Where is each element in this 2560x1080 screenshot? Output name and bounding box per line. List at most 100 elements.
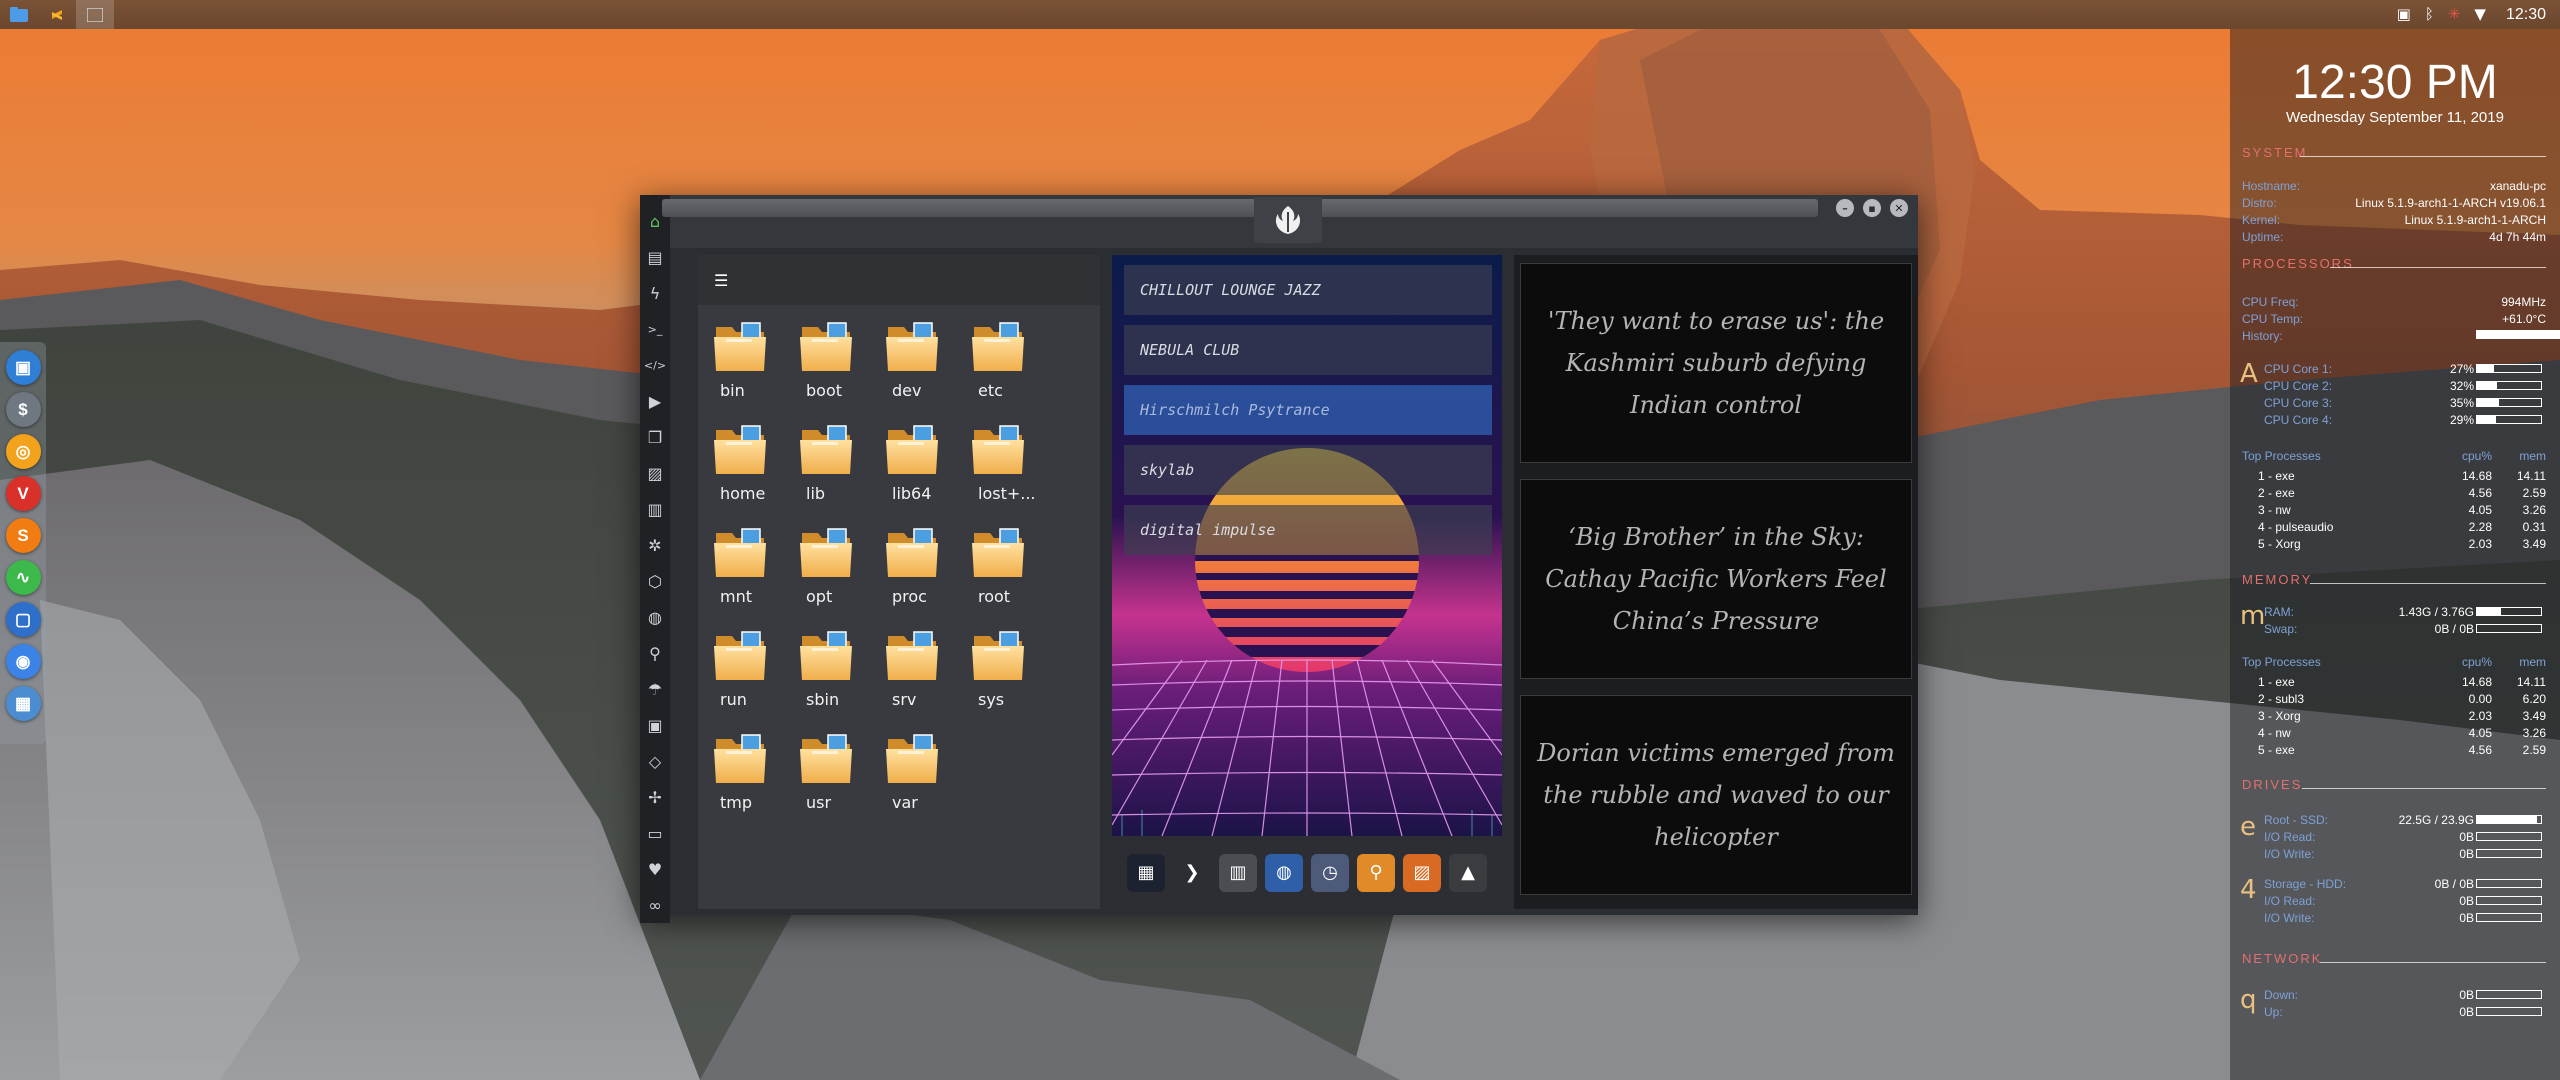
stat-value: 0B <box>2459 894 2474 908</box>
calendar-icon[interactable]: ▥ <box>1219 853 1257 892</box>
red-asterisk-icon[interactable]: ✳ <box>2448 7 2461 22</box>
minimize-button[interactable]: – <box>1836 199 1854 217</box>
folder-item[interactable]: lib64 <box>884 422 970 503</box>
code-icon[interactable]: </> <box>640 347 670 383</box>
close-button[interactable]: ✕ <box>1890 199 1908 217</box>
umbrella-icon[interactable]: ☂ <box>640 671 670 707</box>
heart-icon[interactable]: ♥ <box>640 851 670 887</box>
grid-icon: ▦ <box>14 693 32 713</box>
folder-item[interactable]: mnt <box>712 525 798 606</box>
left-dock: ▣ $ ◎ V S ∿ ▢ ◉ ▦ <box>0 342 46 744</box>
folder-item[interactable]: run <box>712 628 798 709</box>
folder-item[interactable]: usr <box>798 731 884 812</box>
image-viewer-icon[interactable]: ▨ <box>1403 853 1441 892</box>
folder-item[interactable]: lib <box>798 422 884 503</box>
folder-item[interactable]: srv <box>884 628 970 709</box>
stat-value: 4d 7h 44m <box>2489 230 2546 244</box>
section-divider <box>2300 156 2546 157</box>
lightning-icon[interactable]: ϟ <box>640 275 670 311</box>
dock-item-screen[interactable]: ▢ <box>5 602 41 637</box>
folder-item[interactable]: tmp <box>712 731 798 812</box>
folder-item[interactable]: bin <box>712 319 798 400</box>
ticket-icon[interactable]: ◇ <box>640 743 670 779</box>
dock-item-money[interactable]: $ <box>5 392 41 427</box>
news-card[interactable]: ‘Big Brother’ in the Sky: Cathay Pacific… <box>1520 479 1912 679</box>
folder-icon <box>972 425 1024 474</box>
folder-item[interactable]: opt <box>798 525 884 606</box>
calculator-icon[interactable]: ▦ <box>1127 853 1165 892</box>
radio-station[interactable]: Hirschmilch Psytrance <box>1124 385 1492 435</box>
process-mem: 14.11 <box>2516 675 2546 689</box>
globe-icon[interactable]: ◍ <box>1265 853 1303 892</box>
title-search-bar[interactable] <box>662 199 1818 217</box>
folder-item[interactable]: etc <box>970 319 1056 400</box>
dock-item-ubuntu[interactable]: ◎ <box>5 434 41 469</box>
document-icon[interactable]: ▤ <box>640 239 670 275</box>
stat-value: 0B <box>2459 1005 2474 1019</box>
app-launcher[interactable] <box>76 0 114 29</box>
terminal-icon[interactable]: >_ <box>640 311 670 347</box>
link-icon[interactable]: ∞ <box>640 887 670 923</box>
expand-icon[interactable]: ✢ <box>640 779 670 815</box>
news-card[interactable]: Dorian victims emerged from the rubble a… <box>1520 695 1912 895</box>
folder-item[interactable]: var <box>884 731 970 812</box>
folder-item[interactable]: dev <box>884 319 970 400</box>
clock-icon[interactable]: ◷ <box>1311 853 1349 892</box>
settings-icon[interactable]: ✲ <box>640 527 670 563</box>
folder-item[interactable]: lost+... <box>970 422 1056 503</box>
wifi-icon[interactable]: ▼ <box>2474 7 2486 22</box>
folder-item[interactable]: root <box>970 525 1056 606</box>
dock-item-sublime[interactable]: S <box>5 518 41 553</box>
file-manager-launcher[interactable] <box>0 0 38 29</box>
stat-value: 29% <box>2449 413 2474 427</box>
folder-label: sbin <box>806 690 840 709</box>
section-divider <box>2330 267 2546 268</box>
search-icon[interactable]: ⚲ <box>1357 853 1395 892</box>
dock-item-chrome[interactable]: ◉ <box>5 644 41 679</box>
copy-icon[interactable]: ❐ <box>640 419 670 455</box>
usage-bar <box>2476 990 2542 999</box>
play-icon[interactable]: ▶ <box>640 383 670 419</box>
folder-item[interactable]: proc <box>884 525 970 606</box>
chrome-icon: ◉ <box>15 651 31 671</box>
dock-item-activity[interactable]: ∿ <box>5 560 41 595</box>
contact-icon[interactable]: ▣ <box>640 707 670 743</box>
globe-icon[interactable]: ◍ <box>640 599 670 635</box>
news-card[interactable]: 'They want to erase us': the Kashmiri su… <box>1520 263 1912 463</box>
search-icon[interactable]: ⚲ <box>640 635 670 671</box>
usage-bar <box>2476 849 2542 858</box>
dock-item-grid[interactable]: ▦ <box>5 686 41 721</box>
conky-system-monitor: 12:30 PM Wednesday September 11, 2019 SY… <box>2230 29 2560 1080</box>
folder-icon <box>972 528 1024 577</box>
news-icon[interactable]: ▥ <box>640 491 670 527</box>
panel-clock[interactable]: 12:30 <box>2506 6 2546 24</box>
radio-station[interactable]: skylab <box>1124 445 1492 495</box>
folder-item[interactable]: boot <box>798 319 884 400</box>
folder-icon <box>714 425 766 474</box>
system-tray: ▣ ᛒ ✳ ▼ 12:30 <box>2397 0 2560 29</box>
section-title-network: NETWORK <box>2242 951 2323 966</box>
folder-icon <box>714 528 766 577</box>
youtube-icon[interactable]: ▭ <box>640 815 670 851</box>
maximize-button[interactable]: ▪ <box>1863 199 1881 217</box>
dock-item-folder[interactable]: ▣ <box>5 350 41 385</box>
image-icon[interactable]: ▨ <box>640 455 670 491</box>
photo-icon[interactable]: ▣ <box>2397 7 2411 22</box>
process-mem: 14.11 <box>2516 469 2546 483</box>
radio-station[interactable]: CHILLOUT LOUNGE JAZZ <box>1124 265 1492 315</box>
hexagon-icon[interactable]: ⬡ <box>640 563 670 599</box>
radio-station[interactable]: NEBULA CLUB <box>1124 325 1492 375</box>
bluetooth-icon[interactable]: ᛒ <box>2425 7 2434 22</box>
section-divider <box>2320 962 2546 963</box>
terminal-arrow-icon[interactable]: ❯ <box>1173 853 1211 892</box>
folder-item[interactable]: sys <box>970 628 1056 709</box>
menu-icon[interactable]: ☰ <box>714 271 728 290</box>
section-divider <box>2310 583 2546 584</box>
folder-icon <box>886 528 938 577</box>
sublime-launcher[interactable] <box>38 0 76 29</box>
acrobat-icon[interactable]: ▲ <box>1449 853 1487 892</box>
folder-item[interactable]: sbin <box>798 628 884 709</box>
radio-station[interactable]: digital impulse <box>1124 505 1492 555</box>
folder-item[interactable]: home <box>712 422 798 503</box>
dock-item-vivaldi[interactable]: V <box>5 476 41 511</box>
